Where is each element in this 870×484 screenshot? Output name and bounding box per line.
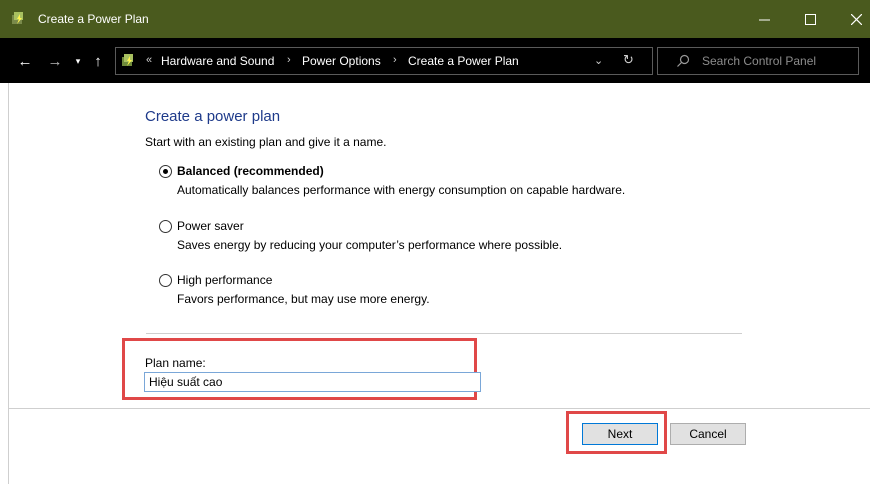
next-button[interactable]: Next <box>582 423 658 445</box>
back-button[interactable]: ← <box>15 51 35 71</box>
search-icon <box>677 54 690 67</box>
search-placeholder: Search Control Panel <box>702 54 817 68</box>
option-description: Saves energy by reducing your computer’s… <box>177 238 563 252</box>
breadcrumb-hardware-and-sound[interactable]: Hardware and Sound <box>161 54 274 68</box>
option-label[interactable]: Power saver <box>177 219 244 233</box>
plan-name-input[interactable] <box>144 372 481 392</box>
power-options-icon <box>12 12 23 24</box>
breadcrumb-overflow-icon[interactable]: « <box>146 54 152 66</box>
cancel-button[interactable]: Cancel <box>670 423 746 445</box>
up-button[interactable]: ↑ <box>88 51 108 71</box>
radio-power-saver[interactable] <box>159 220 172 233</box>
plan-name-label: Plan name: <box>145 356 206 370</box>
option-label[interactable]: High performance <box>177 273 272 287</box>
title-bar: Create a Power Plan <box>0 0 870 38</box>
forward-button[interactable]: → <box>45 51 65 71</box>
breadcrumb-separator-icon[interactable]: › <box>287 54 291 66</box>
address-bar[interactable]: « Hardware and Sound › Power Options › C… <box>115 47 653 75</box>
footer-divider <box>8 408 870 409</box>
forward-arrow-icon: → <box>47 52 63 70</box>
recent-locations-button[interactable]: ▾ <box>68 51 88 71</box>
radio-balanced[interactable] <box>159 165 172 178</box>
address-toolbar: ← → ▾ ↑ « Hardware and Sound › Power Opt… <box>0 38 870 83</box>
maximize-button[interactable] <box>787 0 833 38</box>
address-dropdown-icon[interactable]: ⌄ <box>594 54 603 67</box>
minimize-icon <box>758 19 770 20</box>
breadcrumb-create-a-power-plan[interactable]: Create a Power Plan <box>408 54 519 68</box>
breadcrumb-separator-icon[interactable]: › <box>393 54 397 66</box>
maximize-icon <box>804 13 816 25</box>
window-title: Create a Power Plan <box>38 12 149 26</box>
refresh-icon[interactable]: ↻ <box>623 52 634 68</box>
page-subtitle: Start with an existing plan and give it … <box>145 135 387 149</box>
control-panel-icon <box>122 54 133 66</box>
divider <box>146 333 742 334</box>
option-label[interactable]: Balanced (recommended) <box>177 164 324 178</box>
back-arrow-icon: ← <box>17 52 33 70</box>
option-description: Automatically balances performance with … <box>177 183 626 197</box>
radio-high-performance[interactable] <box>159 274 172 287</box>
close-button[interactable] <box>833 0 870 38</box>
breadcrumb-power-options[interactable]: Power Options <box>302 54 381 68</box>
page-title: Create a power plan <box>145 108 281 125</box>
search-box[interactable]: Search Control Panel <box>657 47 859 75</box>
close-icon <box>850 13 862 25</box>
minimize-button[interactable] <box>741 0 787 38</box>
up-arrow-icon: ↑ <box>94 52 102 70</box>
content-left-border <box>8 83 9 484</box>
option-description: Favors performance, but may use more ene… <box>177 292 430 306</box>
chevron-down-icon: ▾ <box>75 55 81 66</box>
